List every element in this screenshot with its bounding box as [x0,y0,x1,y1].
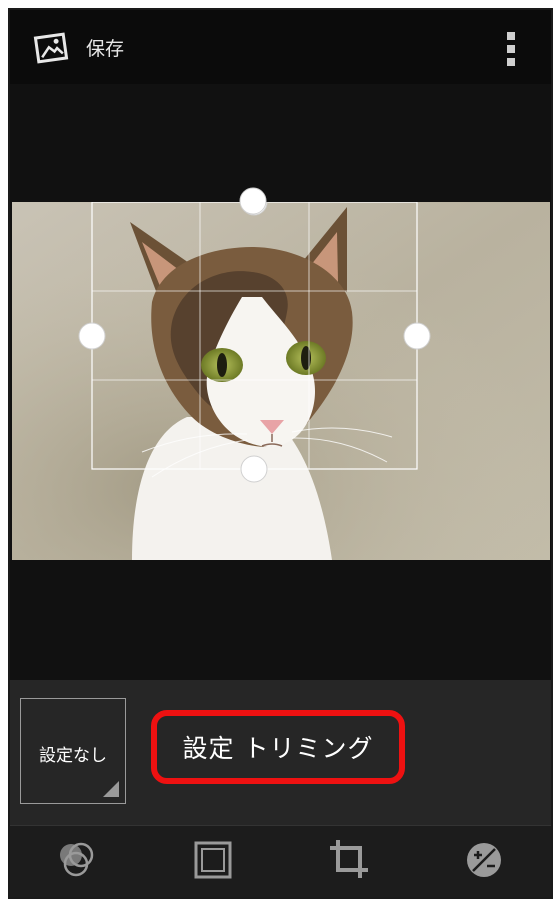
filter-effects-icon[interactable] [54,838,98,882]
exposure-icon[interactable] [462,838,506,882]
callout-crop-setting: 設定 トリミング [151,710,405,784]
bottom-toolbar [10,826,551,897]
crop-handle-left[interactable] [78,322,106,350]
crop-handle-bottom[interactable] [240,455,268,483]
preset-panel: 設定なし 設定 トリミング [10,680,551,825]
save-label: 保存 [86,37,125,60]
picture-icon [33,32,69,64]
cat-photo [12,202,550,560]
crop-handle-top-outer[interactable] [239,187,267,215]
preset-none[interactable]: 設定なし [20,698,126,804]
overflow-menu-icon[interactable] [505,32,517,66]
callout-text: 設定 トリミング [182,734,374,763]
editor-canvas [10,84,551,680]
corner-indicator-icon [103,781,119,797]
preset-none-label: 設定なし [39,745,107,766]
phone-screen: 保存 設定なし 設定 トリミング [8,8,553,899]
frame-icon[interactable] [191,838,235,882]
crop-icon[interactable] [328,838,372,882]
save-button[interactable]: 保存 [30,24,124,70]
crop-handle-right[interactable] [403,322,431,350]
top-bar: 保存 [10,10,551,84]
